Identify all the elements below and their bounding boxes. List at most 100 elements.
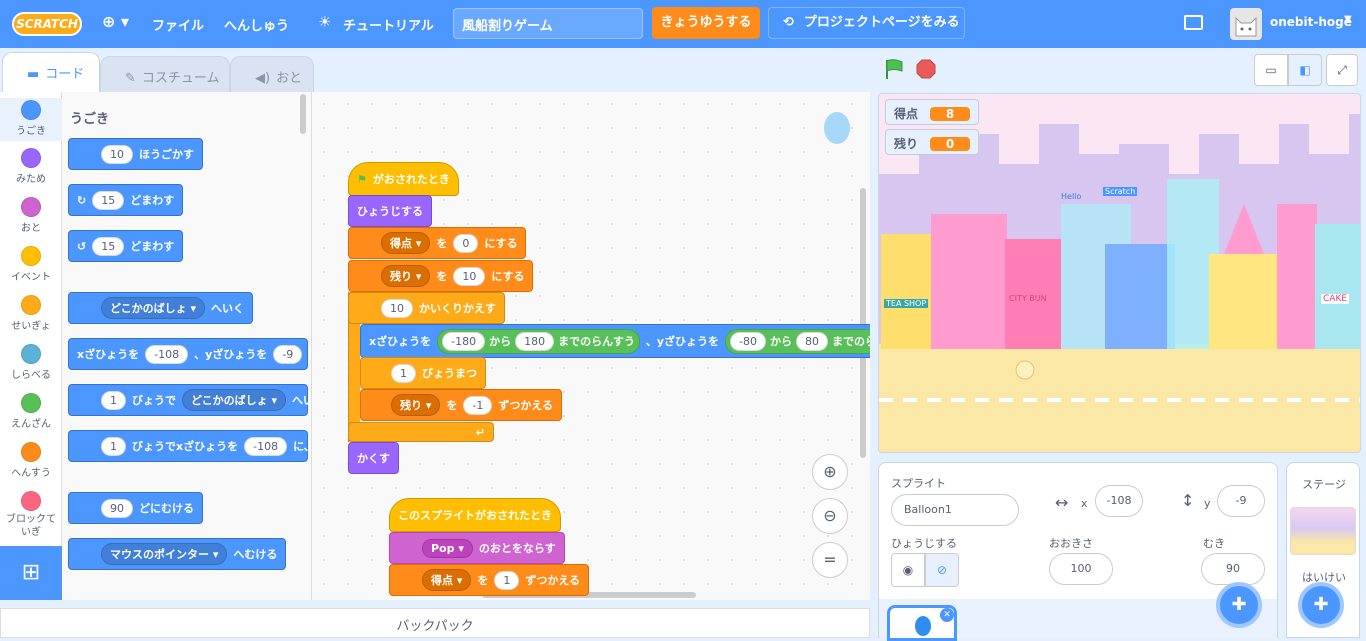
category-sound[interactable]: おと [0,197,62,234]
block-input[interactable]: 1 [101,436,126,456]
show-block[interactable]: ひょうじする [348,195,432,227]
block-dropdown[interactable]: 残り ▾ [381,265,431,287]
see-project-page-button[interactable]: ⟲ プロジェクトページをみる [768,7,965,39]
when-flag-clicked-hat[interactable]: ⚑ がおされたとき [348,162,459,196]
go-to-block[interactable]: どこかのばしょ ▾ へいく [68,292,254,324]
show-sprite-button[interactable]: ◉ [891,553,925,587]
avatar[interactable] [1230,8,1262,40]
point-direction-block[interactable]: 90 どにむける [68,492,203,524]
tutorial-menu[interactable]: チュートリアル [343,15,434,34]
stage[interactable]: TEA SHOP CITY BUN CAKE Hello Scratch 得点 8… [878,93,1361,453]
glide-to-block[interactable]: 1 びょうで どこかのばしょ ▾ へい [68,384,311,416]
block-input[interactable]: 90 [101,498,133,518]
category-operators[interactable]: えんざん [0,393,62,430]
add-backdrop-button[interactable]: ✚ [1298,582,1344,628]
change-variable-block[interactable]: 得点 ▾ を 1 ずつかえる [389,564,590,596]
add-sprite-button[interactable]: ✚ [1216,582,1262,628]
sprite-thumbnail-balloon1[interactable]: ✕ [887,605,957,641]
repeat-block[interactable]: 10 かいくりかえす [348,292,505,324]
chevron-down-icon[interactable]: ▼ [1344,14,1352,25]
block-input[interactable]: -9 [273,344,303,364]
sprite-name-input[interactable]: Balloon1 [891,494,1019,526]
set-variable-block[interactable]: 残り ▾ を 10 にする [348,260,534,292]
block-input[interactable]: 180 [515,331,555,351]
random-block[interactable]: -80 から 80 までのらんす [725,328,870,354]
block-dropdown[interactable]: マウスのポインター ▾ [101,543,228,565]
block-input[interactable]: -80 [730,331,766,351]
block-input[interactable]: 15 [92,236,125,256]
vertical-scrollbar[interactable] [860,188,866,458]
random-block[interactable]: -180 から 180 までのらんすう [437,328,640,354]
block-dropdown[interactable]: 得点 ▾ [422,569,472,591]
block-dropdown[interactable]: どこかのばしょ ▾ [101,297,206,319]
block-input[interactable]: 10 [453,266,486,286]
turn-left-block[interactable]: ↺ 15 どまわす [68,230,184,262]
block-input[interactable]: 1 [391,363,416,383]
block-input[interactable]: -108 [244,436,288,456]
username[interactable]: onebit-hoge [1270,15,1352,29]
block-input[interactable]: -108 [145,344,189,364]
block-dropdown[interactable]: Pop ▾ [422,538,473,558]
zoom-out-button[interactable]: ⊖ [812,498,848,534]
block-input[interactable]: 1 [101,390,126,410]
backpack[interactable]: バックパック [0,608,870,638]
zoom-reset-button[interactable]: = [812,542,848,578]
move-steps-block[interactable]: 10 ほうごかす [68,138,203,170]
category-motion[interactable]: うごき [0,98,62,141]
tab-costume[interactable]: ✎ コスチューム [100,56,230,92]
tab-code[interactable]: ▬ コード [2,52,100,93]
block-input[interactable]: -180 [442,331,486,351]
change-variable-block[interactable]: 残り ▾ を -1 ずつかえる [360,389,562,421]
x-position-input[interactable]: -108 [1095,485,1143,517]
project-title-input[interactable]: 風船割りゲーム [453,8,643,39]
large-stage-button[interactable]: ◧ [1288,54,1322,86]
fullscreen-button[interactable]: ⤢ [1326,54,1358,86]
block-input[interactable]: -1 [463,395,493,415]
folder-icon[interactable] [1184,15,1203,30]
language-menu[interactable]: ⊕ ▾ [102,12,129,31]
set-variable-block[interactable]: 得点 ▾ を 0 にする [348,227,527,259]
wait-block[interactable]: 1 びょうまつ [360,357,486,389]
size-input[interactable]: 100 [1049,553,1113,585]
category-events[interactable]: イベント [0,246,62,283]
small-stage-button[interactable]: ▭ [1254,54,1288,86]
block-input[interactable]: 0 [453,233,479,253]
direction-input[interactable]: 90 [1201,553,1265,585]
block-input[interactable]: 1 [494,570,520,590]
block-dropdown[interactable]: 得点 ▾ [381,232,431,254]
turn-right-block[interactable]: ↻ 15 どまわす [68,184,184,216]
category-looks[interactable]: みため [0,148,62,185]
y-position-input[interactable]: -9 [1217,485,1265,517]
add-extension-button[interactable]: ⊞ [0,546,62,600]
play-sound-block[interactable]: Pop ▾ のおとをならす [389,532,565,564]
block-input[interactable]: 15 [92,190,125,210]
share-button[interactable]: きょうゆうする [652,7,760,39]
when-sprite-clicked-hat[interactable]: このスプライトがおされたとき [389,498,561,532]
block-input[interactable]: 10 [101,144,133,164]
go-to-xy-block[interactable]: xざひょうを-180から180までのらんすう、yざひょうを-80から80までのら… [360,324,870,358]
hide-block[interactable]: かくす [348,442,399,474]
zoom-in-button[interactable]: ⊕ [812,454,848,490]
backdrop-thumbnail[interactable] [1290,507,1356,555]
edit-menu[interactable]: へんしゅう [224,15,289,34]
category-sensing[interactable]: しらべる [0,344,62,381]
category-my-blocks[interactable]: ブロックていぎ [0,491,62,539]
block-dropdown[interactable]: 残り ▾ [391,394,441,416]
variable-monitor-score[interactable]: 得点 8 [885,99,980,125]
point-towards-block[interactable]: マウスのポインター ▾ へむける [68,538,287,570]
go-to-xy-block[interactable]: xざひょうを-108、yざひょうを-9にす [68,338,311,370]
variable-monitor-remaining[interactable]: 残り 0 [885,129,980,155]
scratch-logo[interactable]: SCRATCH [12,12,82,36]
green-flag-button[interactable] [882,58,906,80]
hide-sprite-button[interactable]: ⊘ [925,553,959,587]
block-input[interactable]: 10 [381,298,413,318]
stop-button[interactable] [916,59,936,79]
delete-sprite-icon[interactable]: ✕ [940,608,954,622]
category-control[interactable]: せいぎょ [0,295,62,332]
tab-sound[interactable]: ◀) おと [230,56,314,92]
file-menu[interactable]: ファイル [152,15,204,34]
block-input[interactable]: 80 [796,331,828,351]
block-dropdown[interactable]: どこかのばしょ ▾ [182,389,287,411]
palette-scrollbar[interactable] [300,94,306,134]
category-variables[interactable]: へんすう [0,442,62,479]
